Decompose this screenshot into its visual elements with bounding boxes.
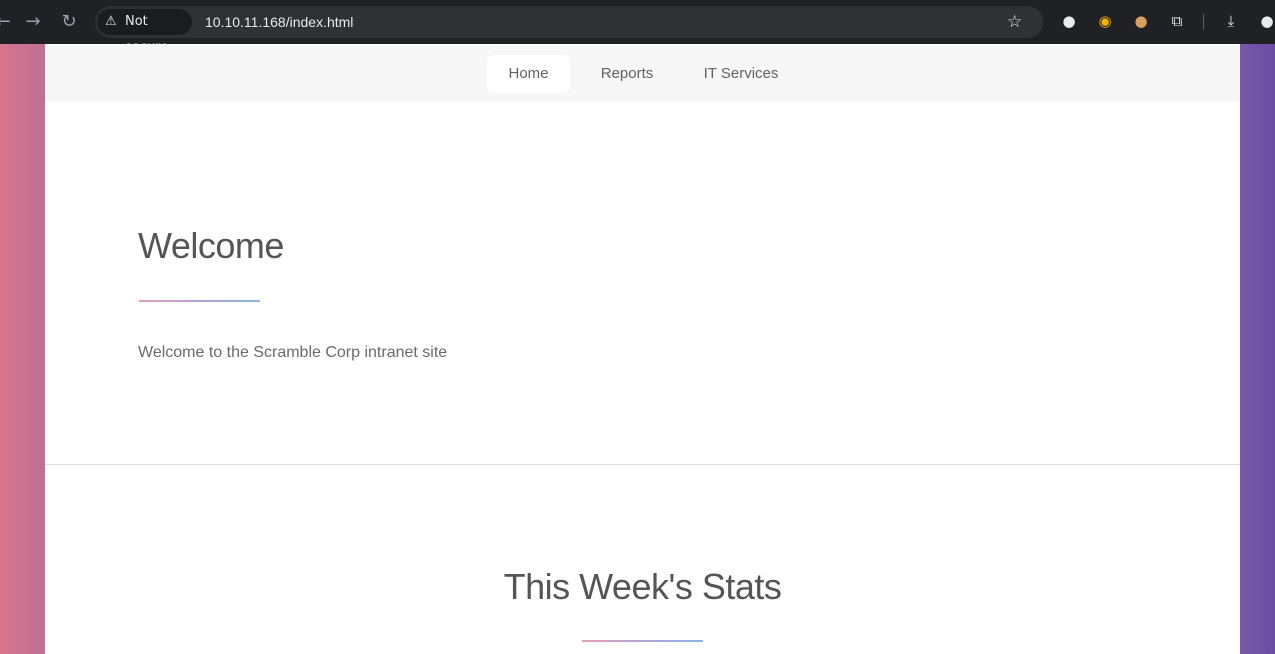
reload-icon[interactable]: ↻ <box>56 9 82 35</box>
star-icon[interactable]: ☆ <box>1007 6 1022 38</box>
url-text[interactable]: 10.10.11.168/index.html <box>205 6 353 38</box>
extension-icon-2[interactable]: ◉ <box>1095 11 1115 31</box>
welcome-heading: Welcome <box>138 225 284 266</box>
forward-icon[interactable]: → <box>20 9 46 35</box>
page-content: Home Reports IT Services Welcome Welcome… <box>45 44 1240 654</box>
security-chip[interactable]: ⚠ Not secure <box>97 9 192 55</box>
warning-icon: ⚠ <box>105 14 117 29</box>
back-icon[interactable]: ← <box>0 9 16 35</box>
cookie-icon[interactable]: ● <box>1131 11 1151 31</box>
stats-heading: This Week's Stats <box>503 566 782 607</box>
browser-toolbar: ← → ↻ ⚠ Not secure 10.10.11.168/index.ht… <box>0 0 1275 55</box>
nav-it-services[interactable]: IT Services <box>687 55 795 93</box>
welcome-underline <box>139 300 260 302</box>
download-icon[interactable]: ⤓ <box>1221 11 1241 31</box>
extension-icon[interactable]: ● <box>1059 11 1079 31</box>
nav-home[interactable]: Home <box>487 55 570 93</box>
welcome-text: Welcome to the Scramble Corp intranet si… <box>138 344 448 361</box>
toolbar-separator <box>1203 14 1204 30</box>
profile-icon[interactable]: ● <box>1257 11 1275 31</box>
puzzle-icon[interactable]: ⧉ <box>1167 11 1187 31</box>
top-nav: Home Reports IT Services <box>45 46 1240 102</box>
stats-underline <box>582 640 703 642</box>
address-bar[interactable]: ⚠ Not secure 10.10.11.168/index.html ☆ <box>95 6 1043 55</box>
nav-reports[interactable]: Reports <box>585 55 669 93</box>
section-divider <box>45 464 1240 465</box>
